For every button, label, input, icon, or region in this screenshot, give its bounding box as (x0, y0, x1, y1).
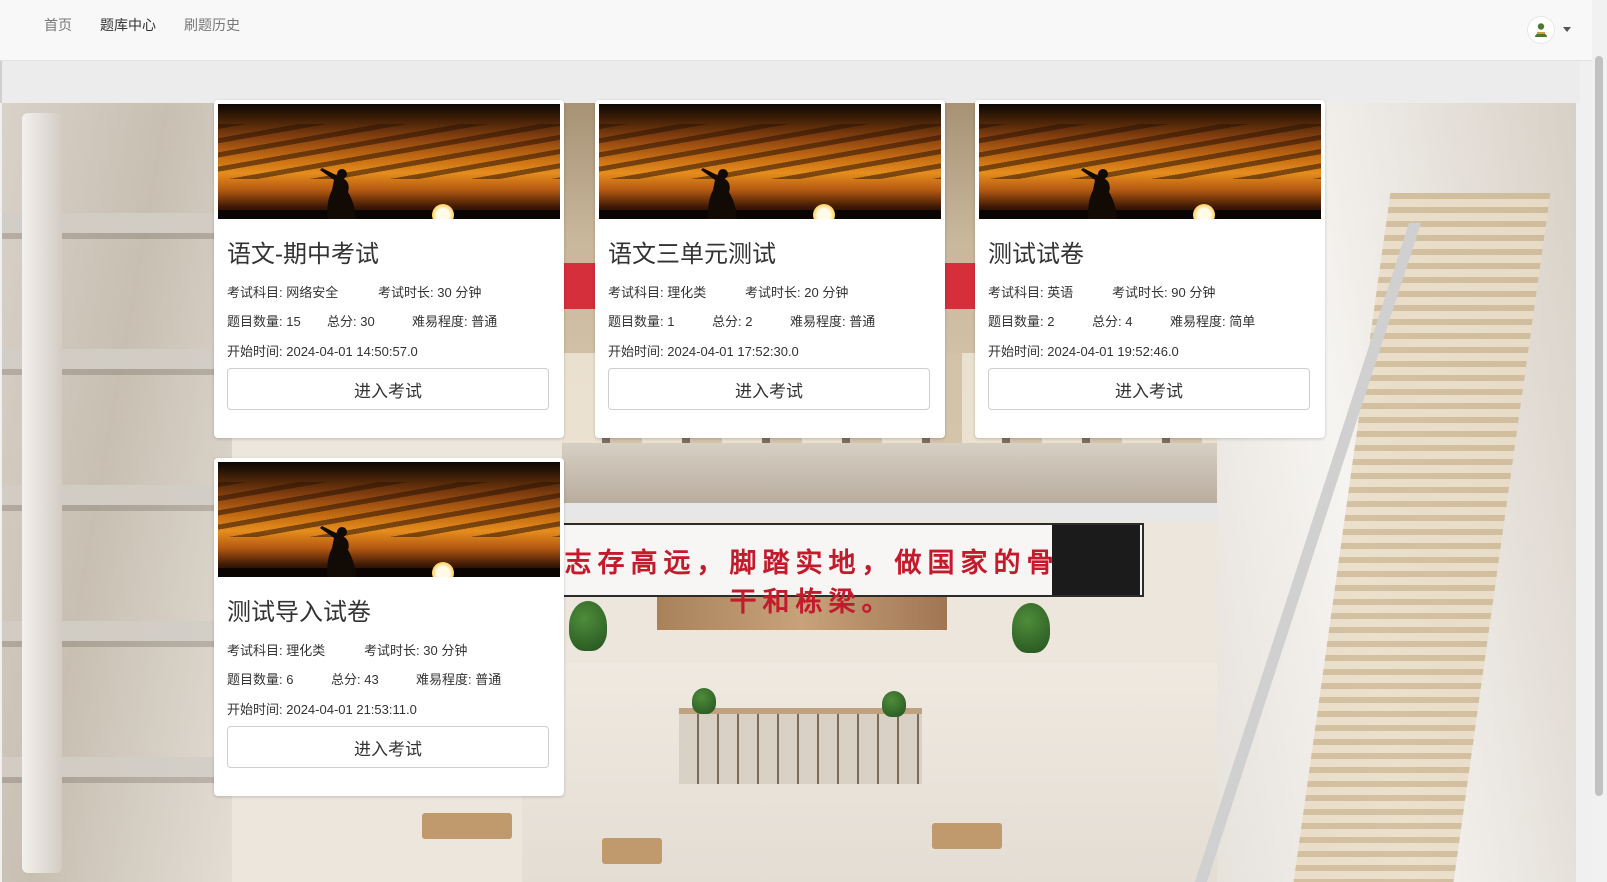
cover-clouds (599, 124, 941, 179)
exam-card: 测试导入试卷 考试科目: 理化类 考试时长: 30 分钟 题目数量: 6 总分:… (214, 458, 564, 796)
exam-title: 语文-期中考试 (227, 241, 379, 268)
exam-question-count: 题目数量: 6 (227, 672, 294, 687)
exam-difficulty: 难易程度: 简单 (1170, 314, 1256, 329)
banner-schedule-panel (1052, 525, 1140, 595)
cover-silhouette (320, 526, 356, 577)
cover-ground (979, 210, 1321, 219)
exam-start-time: 开始时间: 2024-04-01 17:52:30.0 (608, 344, 799, 359)
exam-title: 语文三单元测试 (608, 241, 776, 268)
cover-clouds (979, 124, 1321, 179)
scrollbar[interactable] (1592, 0, 1607, 882)
exam-total-score: 总分: 4 (1092, 314, 1133, 329)
exam-difficulty: 难易程度: 普通 (416, 672, 502, 687)
enter-exam-button[interactable]: 进入考试 (227, 368, 549, 410)
book-shelf (679, 708, 922, 784)
scrollbar-thumb[interactable] (1595, 56, 1603, 796)
cover-sun (432, 562, 454, 577)
banner-text: 志存高远，脚踏实地，做国家的骨干和栋梁。 (564, 548, 1060, 618)
exam-start-time: 开始时间: 2024-04-01 21:53:11.0 (227, 702, 417, 717)
cover-ground (218, 210, 560, 219)
exam-question-count: 题目数量: 15 (227, 314, 301, 329)
cover-ground (599, 210, 941, 219)
left-column (22, 113, 62, 873)
nav-item-home[interactable]: 首页 (44, 16, 72, 34)
exam-cover-image (218, 104, 560, 219)
exam-total-score: 总分: 30 (327, 314, 375, 329)
exam-duration: 考试时长: 20 分钟 (745, 285, 849, 300)
exam-start-time: 开始时间: 2024-04-01 19:52:46.0 (988, 344, 1179, 359)
exam-question-count: 题目数量: 2 (988, 314, 1055, 329)
exam-subject: 考试科目: 网络安全 (227, 285, 339, 300)
cover-sun (813, 204, 835, 219)
exam-card: 语文-期中考试 考试科目: 网络安全 考试时长: 30 分钟 题目数量: 15 … (214, 100, 564, 438)
plant (692, 688, 716, 714)
exam-duration: 考试时长: 90 分钟 (1112, 285, 1216, 300)
cover-silhouette (1081, 168, 1117, 219)
exam-duration: 考试时长: 30 分钟 (364, 643, 468, 658)
exam-card: 测试试卷 考试科目: 英语 考试时长: 90 分钟 题目数量: 2 总分: 4 … (975, 100, 1325, 438)
cover-sun (1193, 204, 1215, 219)
study-table (422, 813, 512, 839)
exam-cover-image (979, 104, 1321, 219)
nav-item-question-bank[interactable]: 题库中心 (100, 16, 156, 34)
cover-ground (218, 568, 560, 577)
top-navbar: 首页 题库中心 刷题历史 (0, 0, 1592, 61)
exam-total-score: 总分: 2 (712, 314, 753, 329)
exam-question-count: 题目数量: 1 (608, 314, 675, 329)
middle-balcony (562, 443, 1222, 503)
exam-difficulty: 难易程度: 普通 (790, 314, 876, 329)
study-table (602, 838, 662, 864)
chevron-down-icon[interactable] (1563, 27, 1571, 32)
nav-item-practice-history[interactable]: 刷题历史 (184, 16, 240, 34)
user-menu-dropdown[interactable] (1527, 16, 1579, 44)
cover-clouds (218, 124, 560, 179)
study-table (932, 823, 1002, 849)
exam-cover-image (218, 462, 560, 577)
exam-card: 语文三单元测试 考试科目: 理化类 考试时长: 20 分钟 题目数量: 1 总分… (595, 100, 945, 438)
exam-title: 测试试卷 (988, 241, 1084, 268)
exam-subject: 考试科目: 理化类 (227, 643, 326, 658)
balcony-railing (562, 503, 1222, 521)
exam-title: 测试导入试卷 (227, 599, 371, 626)
enter-exam-button[interactable]: 进入考试 (227, 726, 549, 768)
header-strip (0, 61, 1580, 103)
cover-silhouette (701, 168, 737, 219)
exam-difficulty: 难易程度: 普通 (412, 314, 498, 329)
cover-silhouette (320, 168, 356, 219)
exam-duration: 考试时长: 30 分钟 (378, 285, 482, 300)
plant (882, 691, 906, 717)
cover-clouds (218, 482, 560, 537)
exam-subject: 考试科目: 英语 (988, 285, 1074, 300)
exam-start-time: 开始时间: 2024-04-01 14:50:57.0 (227, 344, 418, 359)
user-avatar-icon (1535, 23, 1547, 37)
exam-total-score: 总分: 43 (331, 672, 379, 687)
exam-cover-image (599, 104, 941, 219)
exam-subject: 考试科目: 理化类 (608, 285, 707, 300)
led-banner: 志存高远，脚踏实地，做国家的骨干和栋梁。 (562, 523, 1144, 618)
enter-exam-button[interactable]: 进入考试 (608, 368, 930, 410)
avatar[interactable] (1527, 16, 1555, 44)
enter-exam-button[interactable]: 进入考试 (988, 368, 1310, 410)
cover-sun (432, 204, 454, 219)
